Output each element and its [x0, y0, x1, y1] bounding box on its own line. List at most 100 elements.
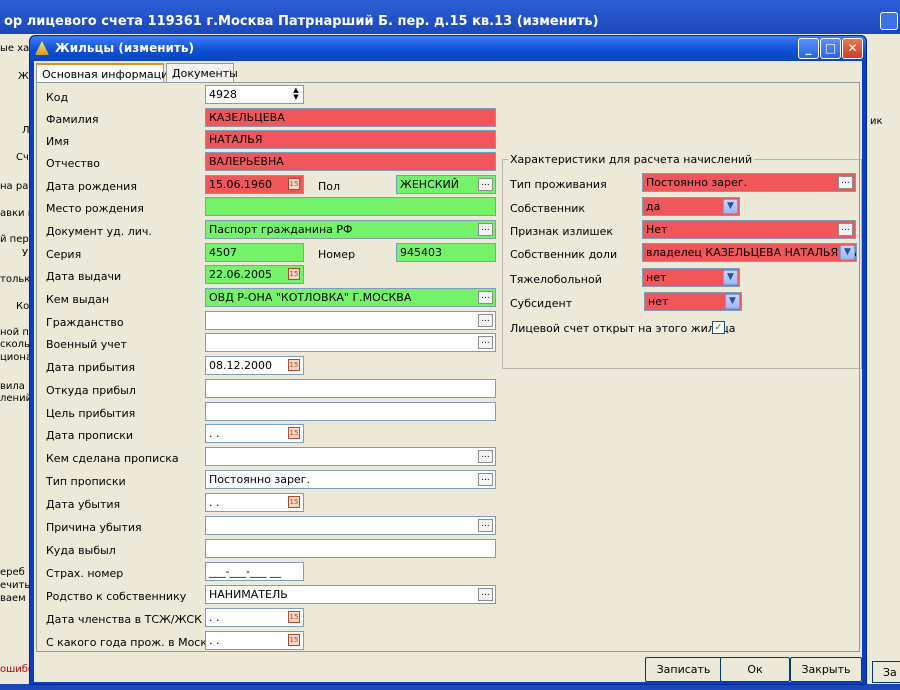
calendar-icon[interactable]: 15	[288, 634, 300, 646]
citizenship-field[interactable]: ...	[205, 311, 496, 330]
reg-by-field[interactable]: ...	[205, 447, 496, 466]
imya-field[interactable]: НАТАЛЬЯ	[205, 130, 496, 149]
share-owner-label: Собственник доли	[510, 248, 618, 261]
ill-label: Тяжелобольной	[510, 273, 602, 286]
tab-label: Основная информация	[42, 68, 175, 81]
kod-field[interactable]: 4928 ▲ ▼	[205, 85, 304, 104]
issued-by-field[interactable]: ОВД Р-ОНА "КОТЛОВКА" Г.МОСКВА ...	[205, 288, 496, 307]
residence-type-label: Тип проживания	[510, 178, 607, 191]
subsidy-select[interactable]: нет ▼	[644, 292, 742, 311]
purpose-label: Цель прибытия	[46, 407, 136, 420]
residents-dialog: Жильцы (изменить) _ □ ✕ Основная информа…	[29, 35, 867, 685]
minimize-button[interactable]: _	[798, 38, 819, 59]
calendar-icon[interactable]: 15	[288, 427, 300, 439]
ellipsis-icon[interactable]: ...	[838, 223, 853, 236]
military-field[interactable]: ...	[205, 333, 496, 352]
parent-button[interactable]: За	[872, 661, 900, 683]
seriya-field[interactable]: 4507	[205, 243, 304, 262]
dob-field[interactable]: 15.06.1960 15	[205, 175, 304, 194]
ellipsis-icon[interactable]: ...	[478, 473, 493, 486]
share-owner-select[interactable]: владелец КАЗЕЛЬЦЕВА НАТАЛЬЯ ВА ▼	[642, 243, 857, 262]
parent-fragment: тольк	[0, 274, 31, 285]
birthplace-field[interactable]	[205, 197, 496, 216]
ellipsis-icon[interactable]: ...	[838, 176, 853, 189]
from-label: Откуда прибыл	[46, 384, 136, 397]
moscow-since-field[interactable]: . . 15	[205, 631, 304, 650]
issue-date-field[interactable]: 22.06.2005 15	[205, 265, 304, 284]
chevron-down-icon[interactable]: ▼	[725, 294, 740, 309]
nomer-value: 945403	[400, 246, 442, 259]
leave-date-field[interactable]: . . 15	[205, 493, 304, 512]
imya-value: НАТАЛЬЯ	[209, 133, 263, 146]
nomer-label: Номер	[318, 248, 356, 261]
calendar-icon[interactable]: 15	[288, 611, 300, 623]
ellipsis-icon[interactable]: ...	[478, 519, 493, 532]
ellipsis-icon[interactable]: ...	[478, 178, 493, 191]
ellipsis-icon[interactable]: ...	[478, 314, 493, 327]
subsidy-label: Субсидент	[510, 297, 573, 310]
membership-label: Дата членства в ТСЖ/ЖСК	[46, 613, 202, 626]
dob-label: Дата рождения	[46, 180, 137, 193]
parent-fragment: циона.	[0, 352, 32, 363]
pol-field[interactable]: ЖЕНСКИЙ ...	[396, 175, 496, 194]
leave-date-value: . .	[209, 496, 220, 509]
ellipsis-icon[interactable]: ...	[478, 336, 493, 349]
parent-window-titlebar: ор лицевого счета 119361 г.Москва Патрна…	[0, 0, 900, 34]
ok-button[interactable]: Ок	[720, 657, 790, 682]
leave-reason-field[interactable]: ...	[205, 516, 496, 535]
button-bar: Записать Ок Закрыть	[34, 657, 862, 682]
ellipsis-icon[interactable]: ...	[478, 223, 493, 236]
reg-date-value: . .	[209, 427, 220, 440]
reg-date-field[interactable]: . . 15	[205, 424, 304, 443]
parent-fragment: сколь	[0, 339, 30, 350]
doc-field[interactable]: Паспорт гражданина РФ ...	[205, 220, 496, 239]
ill-value: нет	[646, 271, 667, 284]
checkmark-icon: ✓	[714, 322, 723, 333]
dialog-titlebar[interactable]: Жильцы (изменить) _ □ ✕	[30, 36, 866, 61]
reg-type-field[interactable]: Постоянно зарег. ...	[205, 470, 496, 489]
owner-select[interactable]: да ▼	[642, 197, 740, 216]
chevron-down-icon[interactable]: ▼	[723, 270, 738, 285]
parent-minimize-button[interactable]	[880, 12, 898, 30]
nomer-field[interactable]: 945403	[396, 243, 496, 262]
account-opened-checkbox[interactable]: ✓	[712, 321, 725, 334]
calendar-icon[interactable]: 15	[288, 359, 300, 371]
ill-select[interactable]: нет ▼	[642, 268, 740, 287]
calendar-icon[interactable]: 15	[288, 496, 300, 508]
relation-label: Родство к собственнику	[46, 590, 187, 603]
save-button[interactable]: Записать	[645, 657, 722, 682]
maximize-button[interactable]: □	[820, 38, 841, 59]
reg-type-value: Постоянно зарег.	[209, 473, 311, 486]
owner-value: да	[646, 200, 661, 213]
spinner-icon[interactable]: ▲ ▼	[291, 87, 301, 102]
close-button[interactable]: ✕	[842, 38, 863, 59]
pol-label: Пол	[318, 180, 341, 193]
membership-field[interactable]: . . 15	[205, 608, 304, 627]
parent-fragment: на раб	[0, 181, 32, 192]
otchestvo-field[interactable]: ВАЛЕРЬЕВНА	[205, 152, 496, 171]
calendar-icon[interactable]: 15	[288, 268, 300, 280]
tab-documents[interactable]: Документы	[166, 63, 238, 83]
parent-fragment: авки к	[0, 208, 32, 219]
parent-fragment: У	[22, 248, 29, 259]
close-dialog-button[interactable]: Закрыть	[790, 657, 862, 682]
from-field[interactable]	[205, 379, 496, 398]
relation-field[interactable]: НАНИМАТЕЛЬ ...	[205, 585, 496, 604]
leave-to-field[interactable]	[205, 539, 496, 558]
reg-type-label: Тип прописки	[46, 475, 126, 488]
ellipsis-icon[interactable]: ...	[478, 291, 493, 304]
chevron-down-icon[interactable]: ▼	[723, 199, 738, 214]
ellipsis-icon[interactable]: ...	[478, 588, 493, 601]
purpose-field[interactable]	[205, 402, 496, 421]
chevron-down-icon[interactable]: ▼	[840, 245, 855, 260]
surplus-field[interactable]: Нет ...	[642, 220, 856, 239]
calendar-icon[interactable]: 15	[288, 178, 300, 190]
arrival-date-field[interactable]: 08.12.2000 15	[205, 356, 304, 375]
familiya-field[interactable]: КАЗЕЛЬЦЕВА	[205, 108, 496, 127]
citizenship-label: Гражданство	[46, 316, 124, 329]
residence-type-field[interactable]: Постоянно зарег. ...	[642, 173, 856, 192]
imya-label: Имя	[46, 135, 70, 148]
ellipsis-icon[interactable]: ...	[478, 450, 493, 463]
kod-label: Код	[46, 91, 69, 104]
insurance-field[interactable]: ___-___-___ __	[205, 562, 304, 581]
